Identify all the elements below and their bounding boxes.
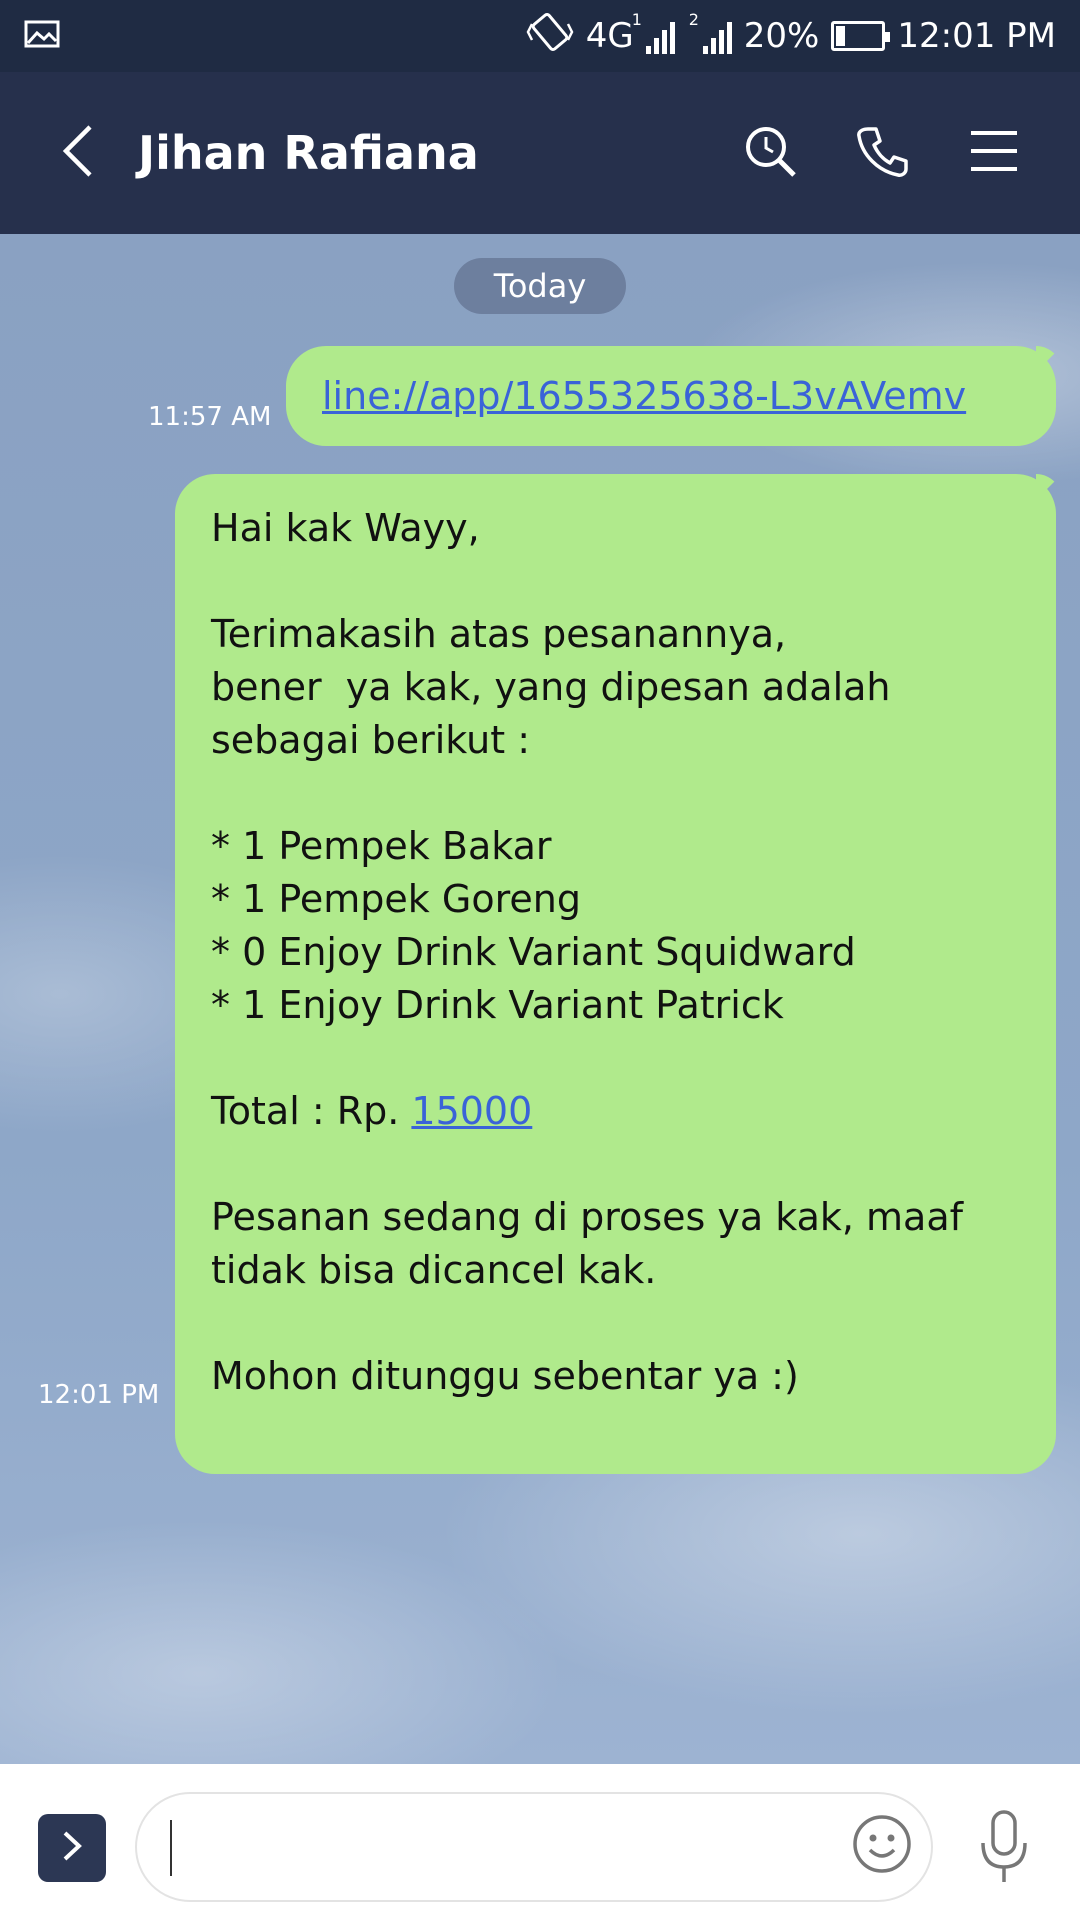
total-label: Total : Rp. (211, 1089, 412, 1133)
date-divider: Today (454, 258, 626, 314)
app-link[interactable]: line://app/1655325638-L3vAVemv (322, 374, 966, 418)
message-line (211, 555, 1036, 608)
mic-icon (976, 1809, 1032, 1889)
message-line (211, 767, 1036, 820)
battery-percent: 20% (743, 16, 820, 56)
text-cursor (170, 1820, 172, 1876)
message-line: * 1 Enjoy Drink Variant Patrick (211, 983, 784, 1027)
message-line: * 1 Pempek Goreng (211, 877, 581, 921)
status-bar: 4G 1 2 20% 12:01 PM (0, 0, 1080, 72)
chat-header: Jihan Rafiana (0, 72, 1080, 234)
mic-button[interactable] (968, 1804, 1040, 1894)
message-line (211, 1297, 1036, 1350)
back-button[interactable] (28, 72, 128, 234)
message-line (211, 1032, 1036, 1085)
message-line: Hai kak Wayy, (211, 506, 480, 550)
emoji-icon (851, 1813, 913, 1879)
chat-area[interactable]: Today 11:57 AM line://app/1655325638-L3v… (0, 234, 1080, 1764)
message-bubble[interactable]: line://app/1655325638-L3vAVemv (286, 346, 1056, 446)
clock: 12:01 PM (897, 16, 1056, 56)
call-button[interactable] (826, 103, 938, 203)
message-bubble[interactable]: Hai kak Wayy, Terimakasih atas pesananny… (175, 474, 1056, 1474)
expand-button[interactable] (38, 1814, 106, 1882)
search-icon (742, 123, 798, 183)
total-line: Total : Rp. 15000 (211, 1085, 1036, 1138)
message-input[interactable] (135, 1792, 933, 1902)
gallery-icon (24, 19, 60, 53)
message-line (211, 1138, 1036, 1191)
chat-title: Jihan Rafiana (138, 126, 479, 180)
signal-icon: 1 (632, 10, 675, 54)
network-type: 4G (585, 16, 634, 56)
emoji-button[interactable] (846, 1810, 918, 1882)
expand-icon (60, 1829, 84, 1867)
menu-button[interactable] (938, 103, 1050, 203)
menu-icon (969, 129, 1019, 177)
message-time: 11:57 AM (148, 402, 272, 432)
message-line: tidak bisa dicancel kak. (211, 1248, 657, 1292)
message-line: * 0 Enjoy Drink Variant Squidward (211, 930, 856, 974)
search-button[interactable] (714, 103, 826, 203)
vibrate-icon (526, 10, 574, 63)
input-bar (0, 1764, 1080, 1920)
battery-icon (831, 21, 891, 51)
message-line: * 1 Pempek Bakar (211, 824, 552, 868)
message-time: 12:01 PM (38, 1380, 160, 1410)
message-line: sebagai berikut : (211, 718, 531, 762)
total-link[interactable]: 15000 (411, 1089, 532, 1133)
signal-icon: 2 (689, 10, 732, 54)
message-line: Mohon ditunggu sebentar ya :) (211, 1354, 799, 1398)
back-icon (58, 123, 98, 183)
phone-icon (854, 123, 910, 183)
message-line: Pesanan sedang di proses ya kak, maaf (211, 1195, 964, 1239)
message-line: Terimakasih atas pesanannya, (211, 612, 787, 656)
message-line: bener ya kak, yang dipesan adalah (211, 665, 891, 709)
